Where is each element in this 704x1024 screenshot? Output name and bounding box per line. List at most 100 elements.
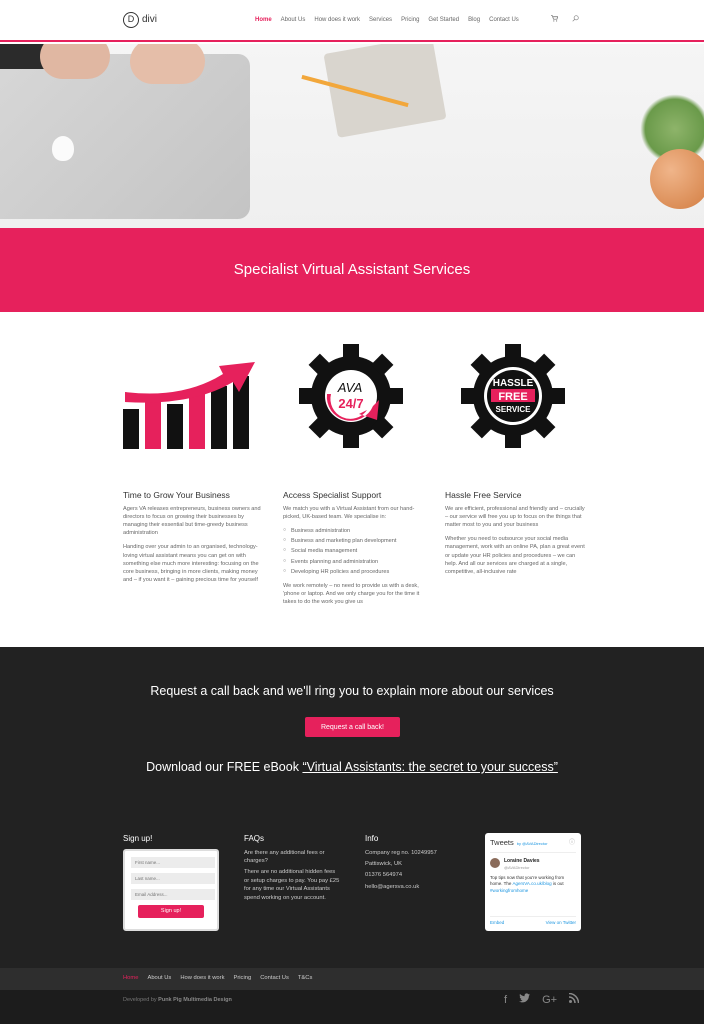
phone: 01376 564974	[365, 872, 403, 879]
view-on-twitter-link[interactable]: View on Twitter	[546, 920, 576, 927]
badge-247-text: 24/7	[338, 396, 363, 411]
tweet-text-part: is out	[551, 881, 564, 887]
badge-ava-text: AVA	[337, 380, 363, 395]
logo[interactable]: D divi	[123, 12, 157, 28]
ebook-link[interactable]: “Virtual Assistants: the secret to your …	[302, 760, 557, 774]
nav-pricing[interactable]: Pricing	[401, 16, 419, 25]
footer-link-contact[interactable]: Contact Us	[260, 974, 289, 982]
ebook-heading: Download our FREE eBook “Virtual Assista…	[0, 758, 704, 776]
signup-form: Sign up!	[123, 848, 219, 931]
feature-text: We are efficient, professional and frien…	[445, 506, 585, 529]
logo-mark: D	[123, 12, 139, 28]
nav-blog[interactable]: Blog	[468, 16, 480, 25]
tweet-link[interactable]: AgersVA.co.uk/blog	[512, 881, 551, 886]
nav-home[interactable]: Home	[255, 16, 272, 25]
ava-24-7-gear-icon: AVA 24/7	[299, 344, 403, 448]
feature-text: Handing over your admin to an organised,…	[123, 544, 259, 583]
feature-text: We work remotely – no need to provide us…	[283, 582, 420, 605]
tweet-author-handle[interactable]: @AVADirector	[504, 865, 540, 871]
section-banner: Specialist Virtual Assistant Services	[0, 228, 704, 312]
callback-heading: Request a call back and we'll ring you t…	[150, 684, 554, 698]
email-link[interactable]: hello@agersva.co.uk	[365, 883, 461, 891]
footer-link-tcs[interactable]: T&Cs	[298, 974, 313, 982]
list-item: Business administration	[283, 527, 423, 535]
hand-image	[40, 44, 110, 79]
feature-specialist-support: AVA 24/7 Access Specialist Support We ma…	[283, 344, 423, 612]
logo-text: divi	[142, 13, 158, 25]
location: Pattiswick, UK	[365, 860, 403, 867]
first-name-field[interactable]	[131, 856, 215, 868]
embed-link[interactable]: Embed	[490, 920, 504, 927]
nav-contact-us[interactable]: Contact Us	[489, 16, 519, 25]
notebook-image	[323, 44, 447, 138]
tweet-text: Top tips now that you're working from ho…	[490, 875, 576, 894]
twitter-column: Tweets by @AVADirector ⓘ Loraine Davies …	[485, 833, 581, 931]
signup-column: Sign up! Sign up!	[123, 833, 219, 931]
twitter-by[interactable]: by @AVADirector	[517, 841, 548, 847]
growth-chart-icon	[123, 362, 255, 449]
feature-text: We match you with a Virtual Assistant fr…	[283, 506, 415, 521]
nav-how-does-it-work[interactable]: How does it work	[314, 16, 360, 25]
list-item: Social media management	[283, 547, 423, 555]
features-section: Time to Grow Your Business Agers VA rele…	[0, 312, 704, 648]
badge-service-text: SERVICE	[496, 405, 532, 414]
feature-title: Hassle Free Service	[445, 489, 522, 500]
info-title: Info	[365, 834, 379, 843]
site-header: D divi Home About Us How does it work Se…	[0, 0, 704, 42]
signup-button[interactable]: Sign up!	[138, 904, 204, 918]
avatar[interactable]	[490, 857, 500, 868]
developer-credit: Developed by Punk Pig Multimedia Design	[123, 997, 232, 1005]
feature-grow-business: Time to Grow Your Business Agers VA rele…	[123, 344, 263, 590]
main-nav: Home About Us How does it work Services …	[255, 16, 519, 25]
badge-hassle-text: HASSLE	[493, 378, 534, 389]
search-icon[interactable]	[572, 15, 579, 26]
google-plus-icon[interactable]: G+	[542, 993, 557, 1009]
banner-title: Specialist Virtual Assistant Services	[233, 261, 471, 279]
social-links: f G+	[504, 992, 580, 1009]
apple-logo-icon	[52, 136, 74, 161]
nav-services[interactable]: Services	[369, 16, 392, 25]
bottom-bar: Developed by Punk Pig Multimedia Design …	[0, 990, 704, 1024]
feature-text: Whether you need to outsource your socia…	[445, 536, 585, 575]
footer-link-home[interactable]: Home	[123, 974, 138, 982]
laptop-image	[0, 54, 250, 219]
facebook-icon[interactable]: f	[504, 993, 507, 1009]
nav-get-started[interactable]: Get Started	[428, 16, 459, 25]
info-icon[interactable]: ⓘ	[569, 839, 575, 848]
feature-title: Access Specialist Support	[283, 489, 382, 500]
faq-title: FAQs	[244, 834, 265, 843]
company-reg: Company reg no. 10249957	[365, 849, 437, 856]
footer-link-pricing[interactable]: Pricing	[233, 974, 251, 982]
footer-link-about[interactable]: About Us	[147, 974, 171, 982]
credit-link[interactable]: Punk Pig Multimedia Design	[158, 997, 232, 1003]
hand-image	[130, 44, 205, 84]
tweet-hashtag[interactable]: #workingfromhome	[490, 888, 528, 893]
credit-prefix: Developed by	[123, 997, 159, 1003]
twitter-title: Tweets	[490, 838, 514, 847]
email-field[interactable]	[131, 888, 215, 900]
footer-link-how[interactable]: How does it work	[180, 974, 224, 982]
tweet-author: Loraine Davies @AVADirector	[490, 857, 576, 871]
faq-column: FAQs Are there any additional fees or ch…	[244, 833, 340, 905]
tweet-author-name[interactable]: Loraine Davies	[504, 858, 540, 865]
list-item: Developing HR policies and procedures	[283, 568, 423, 576]
info-column: Info Company reg no. 10249957 Pattiswick…	[365, 833, 461, 894]
twitter-header: Tweets by @AVADirector	[490, 838, 576, 853]
last-name-field[interactable]	[131, 872, 215, 884]
faq-question: Are there any additional fees or charges…	[244, 849, 325, 864]
nav-about-us[interactable]: About Us	[281, 16, 306, 25]
twitter-footer: Embed View on Twitter	[490, 916, 576, 927]
signup-title: Sign up!	[123, 834, 153, 843]
hero-image	[0, 44, 704, 228]
request-callback-button[interactable]: Request a call back!	[305, 717, 400, 737]
list-item: Events planning and administration	[283, 558, 423, 566]
feature-hassle-free: HASSLE FREE SERVICE Hassle Free Service …	[445, 344, 585, 582]
footer-nav: Home About Us How does it work Pricing C…	[0, 968, 704, 990]
cart-icon[interactable]	[551, 15, 559, 26]
twitter-widget: Tweets by @AVADirector ⓘ Loraine Davies …	[485, 833, 581, 931]
feature-title: Time to Grow Your Business	[123, 489, 230, 500]
twitter-icon[interactable]	[519, 993, 531, 1009]
footer-links: Home About Us How does it work Pricing C…	[123, 974, 312, 982]
rss-icon[interactable]	[568, 992, 580, 1009]
feature-text: Agers VA releases entrepreneurs, busines…	[123, 506, 261, 537]
